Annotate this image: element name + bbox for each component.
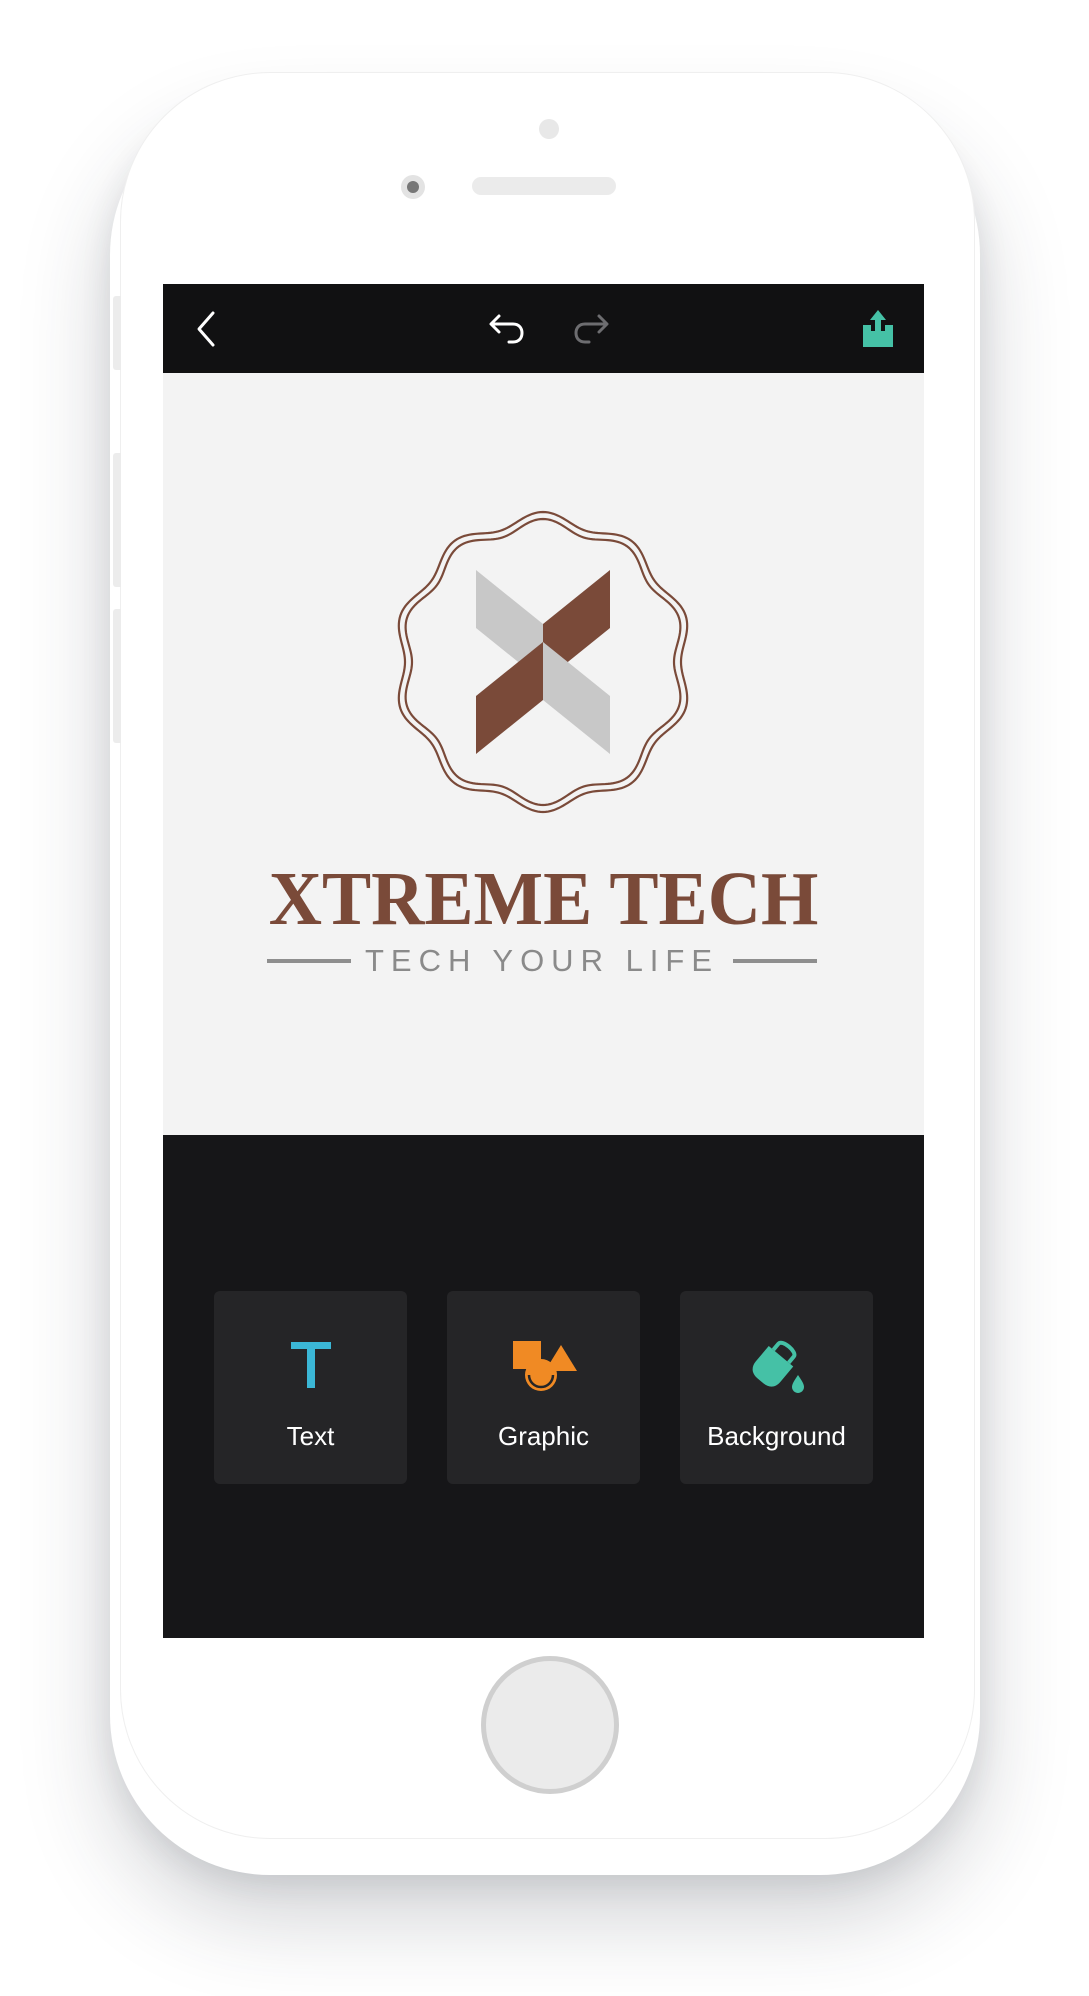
undo-icon (489, 314, 524, 343)
home-button[interactable] (481, 1656, 619, 1794)
logo-tagline: TECH YOUR LIFE (364, 943, 720, 978)
redo-button[interactable] (561, 284, 621, 373)
volume-up-button (113, 453, 121, 587)
text-tool-button[interactable]: Text (214, 1291, 407, 1484)
app-screen: XTREME TECH TECH YOUR LIFE Text Graphic … (163, 284, 924, 1638)
app-mockup-stage: XTREME TECH TECH YOUR LIFE Text Graphic … (0, 0, 1089, 1996)
background-tool-button[interactable]: Background (680, 1291, 873, 1484)
tagline-left-rule (267, 959, 351, 963)
proximity-sensor (401, 175, 425, 199)
shapes-icon (447, 1335, 640, 1395)
front-camera (539, 119, 559, 139)
redo-icon (574, 314, 609, 343)
editor-toolbar (163, 284, 924, 373)
undo-button[interactable] (477, 284, 537, 373)
text-tool-label: Text (286, 1421, 335, 1451)
share-icon (863, 309, 893, 347)
volume-down-button (113, 609, 121, 743)
tools-panel: Text Graphic Background (163, 1135, 924, 1638)
paint-bucket-icon (680, 1335, 873, 1395)
back-button[interactable] (181, 284, 231, 373)
share-button[interactable] (853, 284, 903, 373)
design-canvas[interactable]: XTREME TECH TECH YOUR LIFE (163, 373, 924, 1135)
text-t-icon (214, 1335, 407, 1395)
graphic-tool-label: Graphic (497, 1421, 590, 1451)
tagline-right-rule (733, 959, 817, 963)
chevron-left-icon (197, 311, 215, 346)
graphic-tool-button[interactable]: Graphic (447, 1291, 640, 1484)
logo-tagline-row[interactable]: TECH YOUR LIFE (267, 943, 817, 979)
logo-brand-name[interactable]: XTREME TECH (174, 861, 912, 937)
earpiece-speaker (472, 177, 616, 195)
mute-switch (113, 296, 121, 370)
wavy-x-badge-icon[interactable] (390, 509, 696, 815)
background-tool-label: Background (707, 1421, 846, 1451)
